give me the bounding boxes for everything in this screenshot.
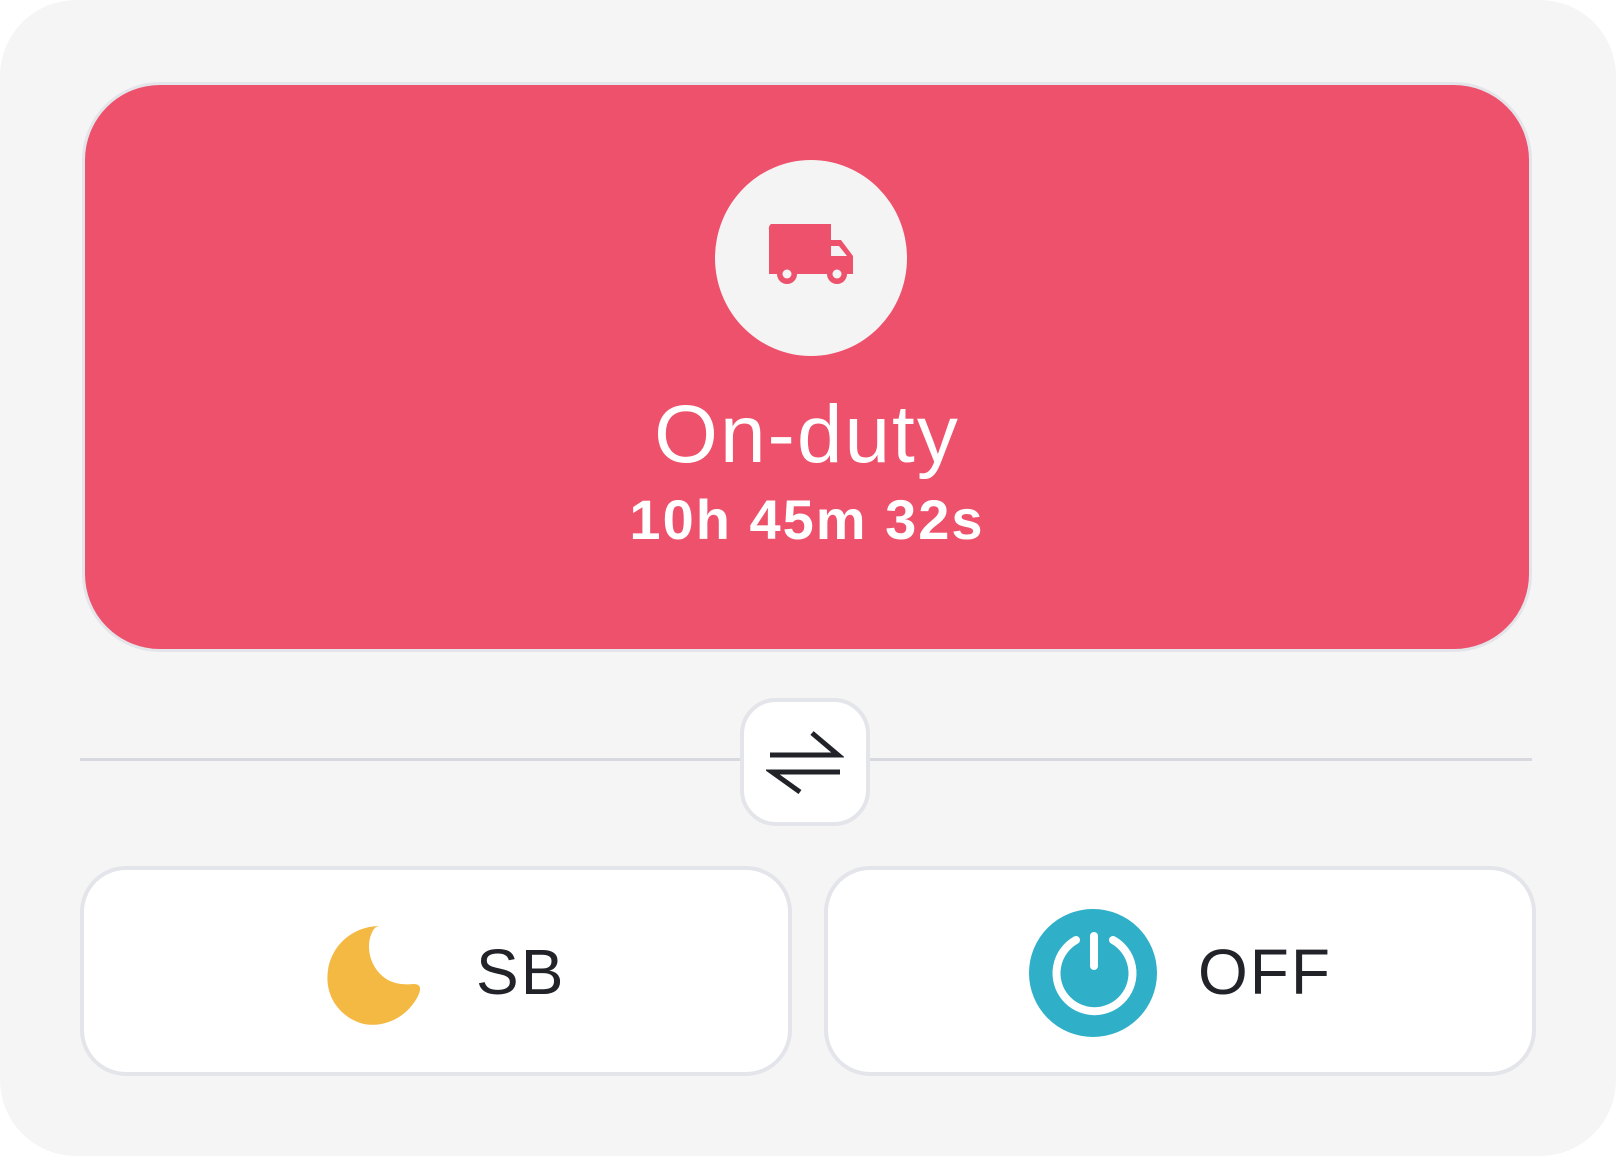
current-status-card: On-duty 10h 45m 32s xyxy=(82,82,1532,652)
duty-status-panel: On-duty 10h 45m 32s SB OFF xyxy=(0,0,1616,1156)
status-icon-badge xyxy=(715,160,907,356)
sb-label: SB xyxy=(476,936,566,1008)
swap-arrows-icon xyxy=(766,731,844,794)
power-icon xyxy=(1029,909,1157,1037)
status-timer: 10h 45m 32s xyxy=(629,488,985,551)
truck-icon xyxy=(768,224,853,284)
status-title: On-duty xyxy=(654,389,960,480)
switch-status-button[interactable] xyxy=(740,698,870,826)
off-label: OFF xyxy=(1198,936,1332,1008)
sleeper-berth-option[interactable]: SB xyxy=(80,866,792,1076)
off-duty-option[interactable]: OFF xyxy=(824,866,1536,1076)
moon-icon xyxy=(327,926,421,1025)
